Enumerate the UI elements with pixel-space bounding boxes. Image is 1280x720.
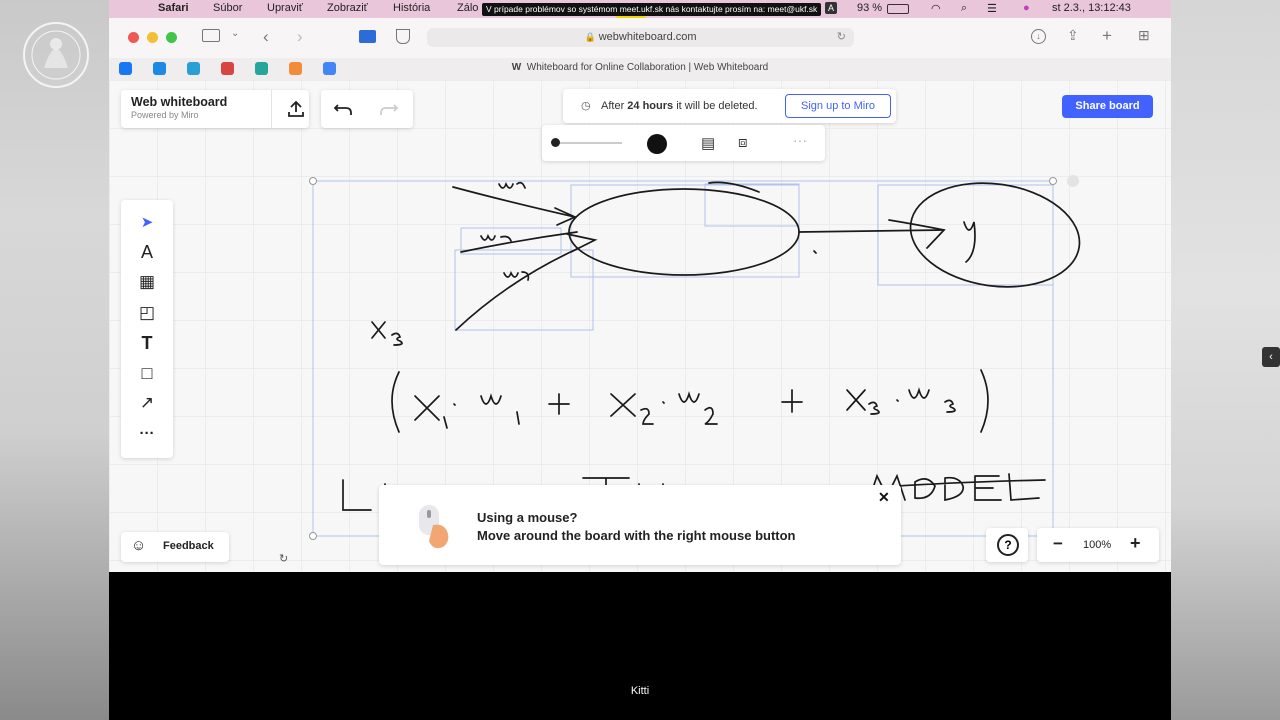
label-x3 bbox=[371, 321, 403, 346]
share-icon[interactable]: ⇪ bbox=[1067, 27, 1079, 44]
formula-x1 bbox=[414, 395, 448, 429]
formula-w3 bbox=[908, 387, 956, 413]
formula-plus-2 bbox=[781, 389, 803, 413]
tip-body: Move around the board with the right mou… bbox=[477, 528, 796, 543]
input-arrow-1 bbox=[452, 186, 576, 218]
control-center-icon[interactable]: ☰ bbox=[987, 2, 997, 15]
formula-plus-1 bbox=[548, 393, 570, 415]
feedback-label: Feedback bbox=[163, 540, 214, 552]
blurred-background-right: ‹ bbox=[1171, 0, 1280, 720]
siri-icon[interactable]: ● bbox=[1023, 2, 1030, 14]
menu-history[interactable]: História bbox=[393, 2, 430, 14]
resize-handle bbox=[309, 177, 317, 185]
loading-spinner-icon: ↻ bbox=[279, 553, 289, 565]
help-button[interactable]: ? bbox=[986, 528, 1028, 562]
download-icon[interactable]: ↓ bbox=[1031, 29, 1046, 44]
resize-handle bbox=[1049, 177, 1057, 185]
favorites-bar: W Whiteboard for Online Collaboration | … bbox=[109, 58, 1171, 81]
lock-icon: 🔒 bbox=[584, 32, 596, 42]
formula-open-paren bbox=[391, 371, 400, 433]
zoom-controls: − 100% + bbox=[1037, 528, 1159, 562]
neuron-ellipse bbox=[568, 188, 800, 276]
back-button[interactable]: ‹ bbox=[263, 27, 269, 47]
menu-bookmarks[interactable]: Zálo bbox=[457, 2, 478, 14]
video-letterbox bbox=[109, 572, 1171, 720]
tab-title: Whiteboard for Online Collaboration | We… bbox=[526, 62, 769, 73]
zoom-in-button[interactable]: + bbox=[1130, 533, 1141, 554]
tab-logo: W bbox=[511, 62, 522, 73]
new-tab-icon[interactable]: + bbox=[1102, 26, 1112, 46]
speaker-name: Kitti bbox=[630, 685, 650, 697]
menubar-clock[interactable]: st 2.3., 13:12:43 bbox=[1052, 2, 1131, 14]
smile-icon: ☺ bbox=[131, 537, 147, 554]
label-w2 bbox=[480, 233, 512, 242]
active-tab[interactable]: W Whiteboard for Online Collaboration | … bbox=[109, 62, 1171, 73]
mouse-tip-toast: Using a mouse? Move around the board wit… bbox=[379, 485, 901, 565]
label-y bbox=[963, 221, 976, 263]
side-panel-toggle[interactable]: ‹ bbox=[1262, 347, 1280, 367]
menu-file[interactable]: Súbor bbox=[213, 2, 242, 14]
menu-app-name[interactable]: Safari bbox=[158, 2, 189, 14]
input-source-badge[interactable]: A bbox=[825, 2, 837, 14]
university-seal bbox=[23, 22, 89, 88]
close-window-button[interactable] bbox=[128, 32, 139, 43]
output-arrow bbox=[798, 229, 945, 233]
ink-strokes bbox=[342, 181, 1081, 511]
output-ellipse bbox=[909, 182, 1081, 288]
help-icon: ? bbox=[997, 534, 1019, 556]
shared-screen: Safari Súbor Upraviť Zobraziť História Z… bbox=[109, 0, 1171, 572]
forward-button[interactable]: › bbox=[297, 27, 303, 47]
whiteboard-canvas[interactable]: Web whiteboard Powered by Miro ◷ After 2… bbox=[109, 80, 1171, 572]
zoom-out-button[interactable]: − bbox=[1053, 534, 1063, 554]
label-w3 bbox=[503, 270, 530, 281]
blurred-background-left bbox=[0, 0, 109, 720]
browser-toolbar: ⌄ ‹ › 🔒 webwhiteboard.com ↻ ↓ ⇪ + ⊞ bbox=[109, 18, 1171, 58]
mouse-hand-icon bbox=[419, 505, 449, 549]
meet-notice-banner: V prípade problémov so systémom meet.ukf… bbox=[482, 3, 822, 16]
formula-close-paren bbox=[980, 369, 989, 433]
chevron-down-icon[interactable]: ⌄ bbox=[231, 28, 239, 39]
formula-w1 bbox=[480, 393, 520, 425]
battery-icon[interactable] bbox=[887, 4, 909, 14]
extension-icon[interactable] bbox=[359, 30, 376, 43]
wifi-icon[interactable]: ◠ bbox=[931, 2, 941, 15]
battery-percent: 93 % bbox=[857, 2, 883, 14]
formula-x2 bbox=[610, 393, 654, 425]
formula-w2 bbox=[678, 391, 718, 425]
tip-title: Using a mouse? bbox=[477, 510, 578, 525]
minimize-window-button[interactable] bbox=[147, 32, 158, 43]
reload-icon[interactable]: ↻ bbox=[837, 28, 846, 47]
menu-edit[interactable]: Upraviť bbox=[267, 2, 303, 14]
sidebar-icon[interactable] bbox=[202, 29, 220, 42]
address-bar[interactable]: 🔒 webwhiteboard.com ↻ bbox=[427, 28, 854, 47]
feedback-button[interactable]: ☺ Feedback bbox=[121, 532, 229, 562]
zoom-window-button[interactable] bbox=[166, 32, 177, 43]
label-w1 bbox=[498, 181, 526, 189]
url-text: webwhiteboard.com bbox=[598, 31, 697, 43]
shield-icon[interactable] bbox=[396, 29, 410, 44]
resize-handle bbox=[309, 532, 317, 540]
menu-view[interactable]: Zobraziť bbox=[327, 2, 368, 14]
zoom-level[interactable]: 100% bbox=[1083, 539, 1111, 551]
frame-badge bbox=[1067, 175, 1079, 187]
close-tip-icon[interactable]: ✕ bbox=[878, 489, 890, 506]
search-icon[interactable]: ⌕ bbox=[961, 2, 967, 15]
tab-overview-icon[interactable]: ⊞ bbox=[1138, 27, 1150, 44]
formula-x3 bbox=[846, 389, 880, 415]
